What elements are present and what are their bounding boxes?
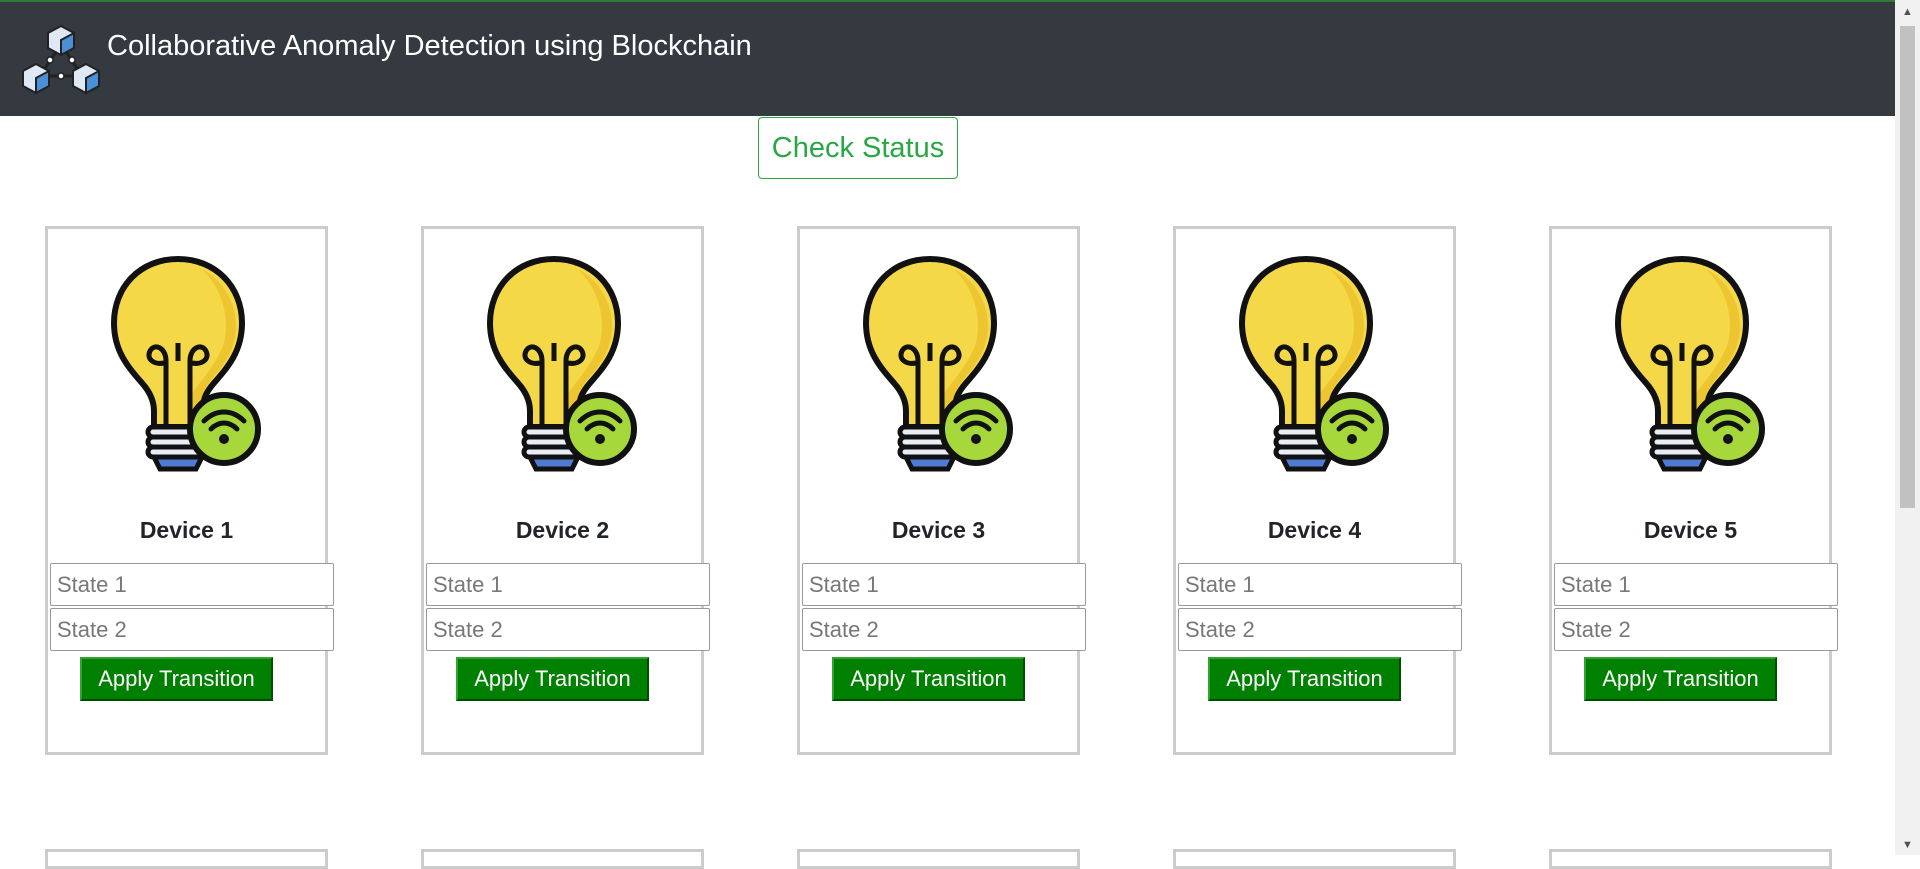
state-2-input[interactable] [802,608,1086,651]
apply-transition-button[interactable]: Apply Transition [1208,657,1401,701]
smart-bulb-wifi-icon [110,255,261,472]
apply-transition-button[interactable]: Apply Transition [456,657,649,701]
blockchain-logo-icon [22,24,100,95]
scroll-thumb[interactable] [1900,26,1915,508]
device-card-4: Device 4 Apply Transition [1173,226,1462,755]
device-card-partial [797,849,1080,869]
smart-bulb-wifi-icon [1238,255,1389,472]
smart-bulb-wifi-icon [486,255,637,472]
check-status-button[interactable]: Check Status [758,117,958,179]
scroll-up-arrow-icon[interactable]: ▲ [1895,2,1920,22]
device-name: Device 3 [891,517,986,543]
app-title: Collaborative Anomaly Detection using Bl… [107,30,752,62]
smart-bulb-wifi-icon [1614,255,1765,472]
vertical-scrollbar[interactable]: ▲ ▼ [1895,0,1920,855]
device-name: Device 2 [515,517,610,543]
navbar: Collaborative Anomaly Detection using Bl… [0,2,1895,116]
device-card-partial [1549,849,1832,869]
device-card-1: Device 1 Apply Transition [45,226,334,755]
device-card-partial [45,849,328,869]
state-1-input[interactable] [802,563,1086,606]
state-1-input[interactable] [1178,563,1462,606]
state-1-input[interactable] [1554,563,1838,606]
device-card-partial [421,849,704,869]
scroll-down-arrow-icon[interactable]: ▼ [1895,835,1920,855]
device-name: Device 1 [139,517,234,543]
device-card-5: Device 5 Apply Transition [1549,226,1838,755]
device-card-3: Device 3 Apply Transition [797,226,1086,755]
state-2-input[interactable] [426,608,710,651]
apply-transition-button[interactable]: Apply Transition [80,657,273,701]
device-card-partial [1173,849,1456,869]
device-name: Device 4 [1267,517,1362,543]
smart-bulb-wifi-icon [862,255,1013,472]
state-1-input[interactable] [50,563,334,606]
state-2-input[interactable] [50,608,334,651]
state-2-input[interactable] [1178,608,1462,651]
apply-transition-button[interactable]: Apply Transition [832,657,1025,701]
device-name: Device 5 [1643,517,1738,543]
apply-transition-button[interactable]: Apply Transition [1584,657,1777,701]
state-1-input[interactable] [426,563,710,606]
state-2-input[interactable] [1554,608,1838,651]
device-card-2: Device 2 Apply Transition [421,226,710,755]
